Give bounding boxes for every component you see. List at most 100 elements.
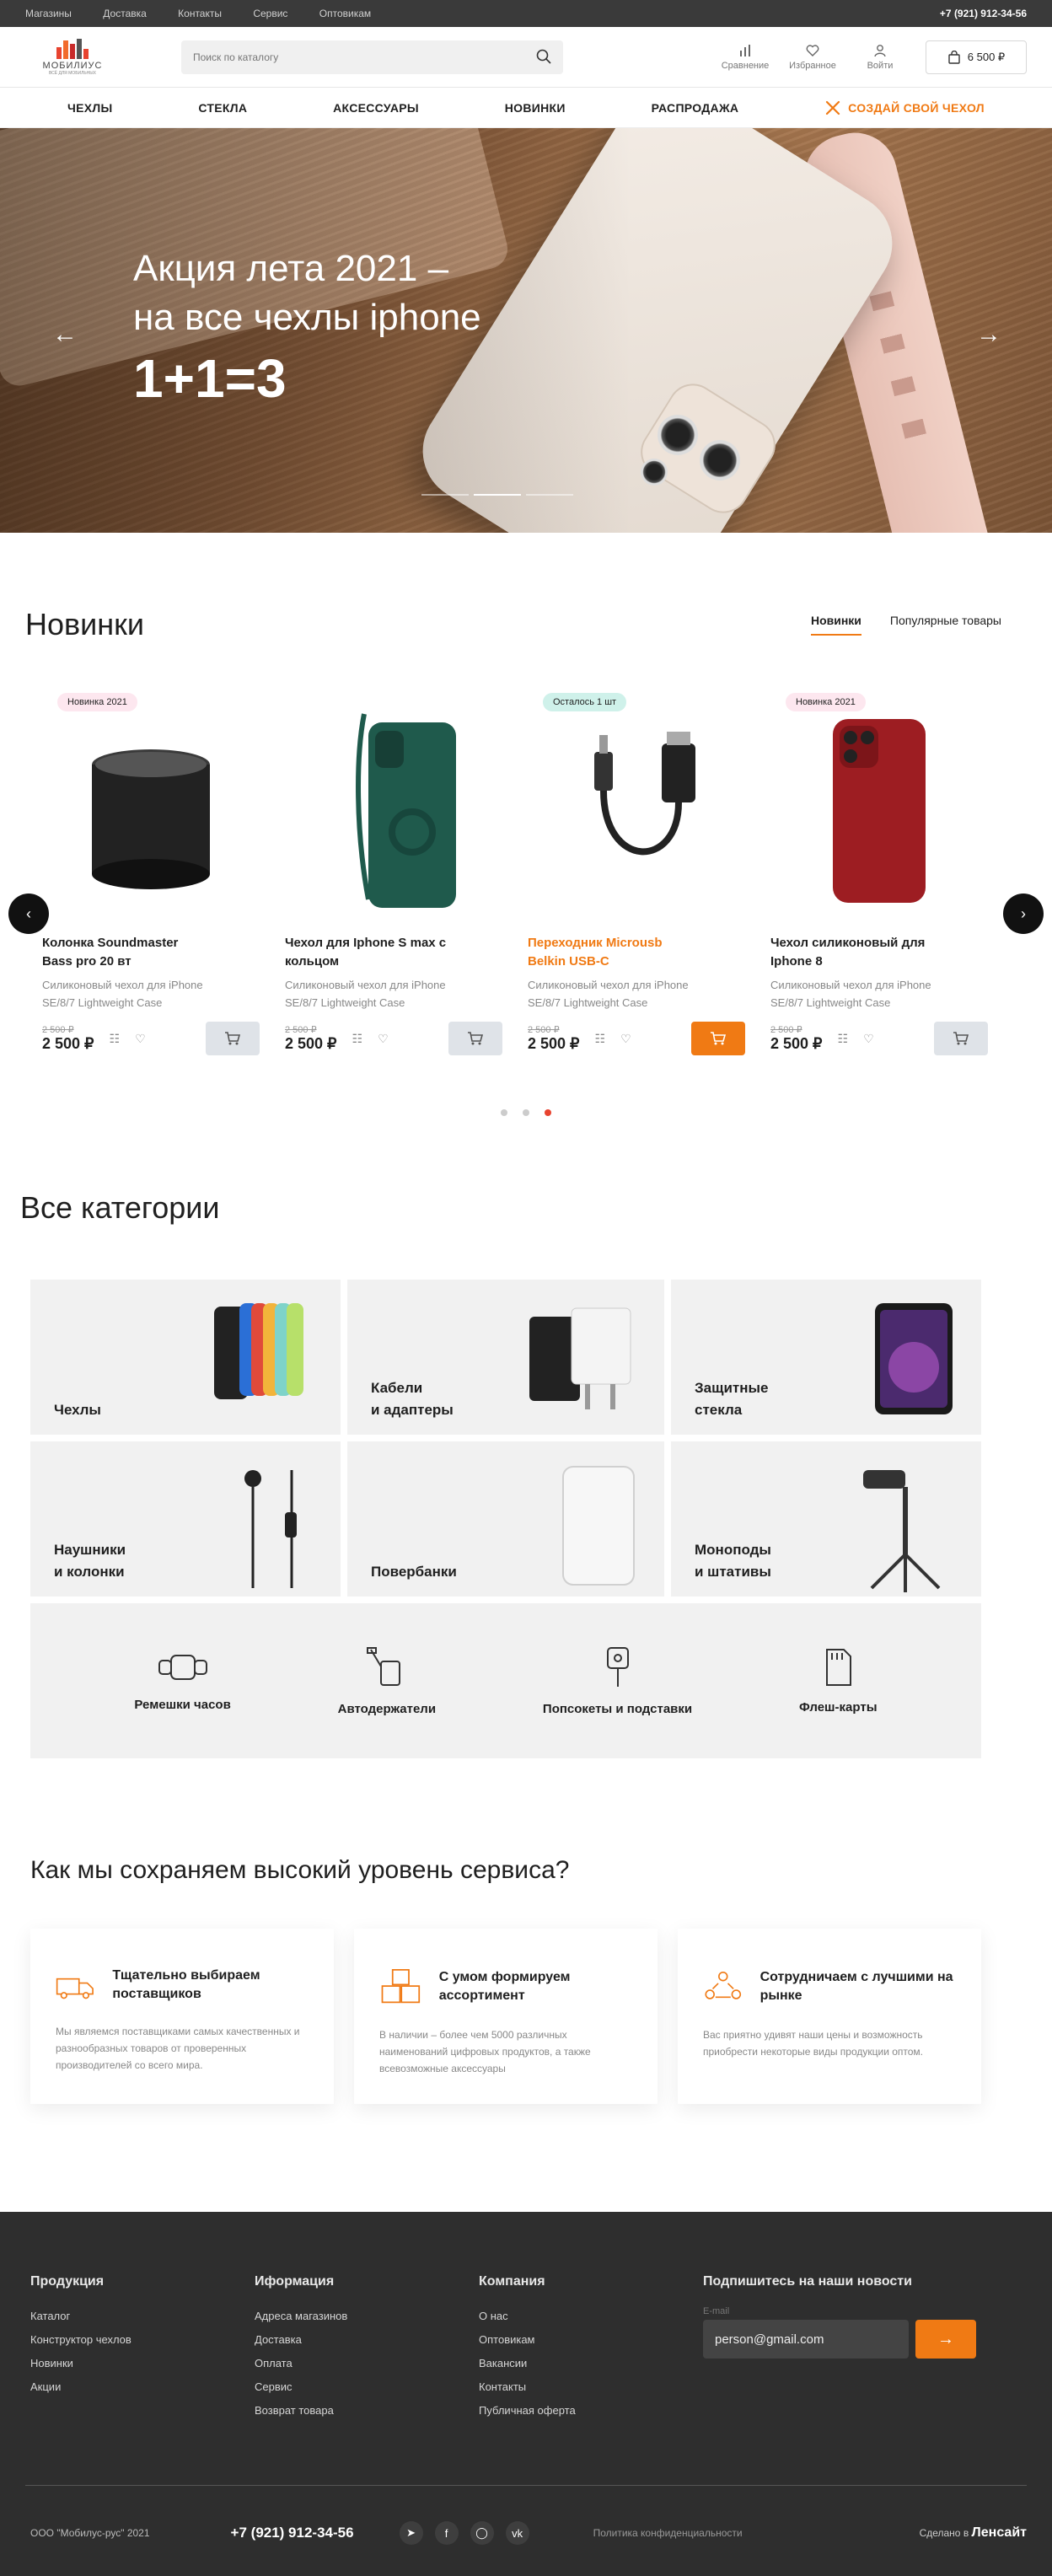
product-title[interactable]: Колонка Soundmaster Bass pro 20 вт [42,934,211,971]
subscribe-button[interactable]: → [915,2320,976,2359]
footer-link[interactable]: Новинки [30,2357,255,2369]
favorites-label: Избранное [789,61,836,71]
email-field[interactable] [703,2320,909,2359]
instagram-icon[interactable]: ◯ [470,2521,494,2545]
footer-link[interactable]: Доставка [255,2333,479,2346]
topbar-phone[interactable]: +7 (921) 912-34-56 [940,8,1027,19]
footer-phone[interactable]: +7 (921) 912-34-56 [231,2525,354,2541]
pagination-dot[interactable] [523,1109,529,1116]
product-image-speaker[interactable] [42,693,260,929]
category-car-holders[interactable]: Автодержатели [338,1646,436,1716]
topbar-link-wholesale[interactable]: Оптовикам [319,8,371,19]
product-card[interactable]: Осталось 1 шт Переходник Microusb Belkin… [528,693,745,1055]
pagination-dot[interactable] [545,1109,551,1116]
favorites-button[interactable]: Избранное [779,44,846,71]
service-card-text: Мы являемся поставщиками самых качествен… [56,2026,300,2071]
product-card[interactable]: Новинка 2021 Чехол силиконовый для Iphon… [770,693,988,1055]
topbar-link-shops[interactable]: Магазины [25,8,72,19]
product-title[interactable]: Чехол для Iphone S max с кольцом [285,934,454,971]
footer-link[interactable]: Каталог [30,2310,255,2322]
cart-button[interactable]: 6 500 ₽ [926,40,1027,74]
heart-icon[interactable]: ♡ [863,1032,874,1046]
category-label: Защитные стекла [695,1380,769,1418]
nav-item-glass[interactable]: СТЕКЛА [198,101,247,115]
hero-dot[interactable] [474,494,521,496]
product-old-price: 2 500 ₽ [42,1025,74,1035]
compare-icon[interactable]: ☷ [110,1032,121,1046]
footer-link[interactable]: Вакансии [479,2357,703,2369]
compare-label: Сравнение [721,61,770,71]
hero-next-arrow-icon[interactable]: → [976,320,1001,349]
login-button[interactable]: Войти [846,44,914,71]
truck-icon [56,1978,94,1999]
nav-item-cases[interactable]: ЧЕХЛЫ [67,101,113,115]
category-monopods[interactable]: Монoподы и штативы [671,1441,981,1597]
hero-banner: Акция лета 2021 – на все чехлы iphone 1+1… [0,128,1052,533]
category-popsockets[interactable]: Попсокеты и подставки [543,1646,692,1716]
footer-link[interactable]: Акции [30,2380,255,2393]
heart-icon[interactable]: ♡ [620,1032,631,1046]
logo[interactable]: МОБИЛИУС ВСЁ ДЛЯ МОБИЛЬНЫХ [25,38,120,77]
heart-icon[interactable]: ♡ [135,1032,146,1046]
product-title[interactable]: Чехол силиконовый для Iphone 8 [770,934,939,971]
topbar-link-contacts[interactable]: Контакты [178,8,222,19]
facebook-icon[interactable]: f [434,2521,459,2545]
compare-icon[interactable]: ☷ [838,1032,849,1046]
nav-item-new[interactable]: НОВИНКИ [505,101,566,115]
product-image-adapter[interactable] [528,693,745,929]
tab-new[interactable]: Новинки [810,614,861,636]
category-cases-image [214,1303,303,1399]
nav-item-sale[interactable]: РАСПРОДАЖА [652,101,739,115]
compare-button[interactable]: Сравнение [711,44,779,71]
footer-link[interactable]: Адреса магазинов [255,2310,479,2322]
hero-prev-arrow-icon[interactable]: ← [52,320,78,349]
add-to-cart-button[interactable] [691,1022,745,1055]
add-to-cart-button[interactable] [206,1022,260,1055]
category-cables[interactable]: Кабели и адаптеры [347,1280,664,1435]
product-image-case[interactable] [285,693,502,929]
hero-dot[interactable] [526,494,573,496]
telegram-icon[interactable]: ➤ [399,2521,423,2545]
search-input[interactable] [193,51,536,63]
footer-link[interactable]: Возврат товара [255,2404,479,2417]
compare-icon [740,45,750,56]
footer-link[interactable]: Публичная оферта [479,2404,703,2417]
heart-icon[interactable]: ♡ [378,1032,389,1046]
product-desc: Силиконовый чехол для iPhone SE/8/7 Ligh… [528,979,689,1009]
footer-link[interactable]: Конструктор чехлов [30,2333,255,2346]
footer-link[interactable]: Сервис [255,2380,479,2393]
add-to-cart-button[interactable] [448,1022,502,1055]
product-title[interactable]: Переходник Microusb Belkin USB-C [528,934,696,971]
hero-dot[interactable] [421,494,469,496]
footer-link[interactable]: Оптовикам [479,2333,703,2346]
category-watch-straps[interactable]: Ремешки часов [134,1650,231,1712]
footer-link[interactable]: Оплата [255,2357,479,2369]
product-card[interactable]: Новинка 2021 Колонка Soundmaster Bass pr… [42,693,260,1055]
pagination-dot[interactable] [501,1109,507,1116]
tab-popular[interactable]: Популярные товары [890,614,1001,636]
search-icon[interactable] [536,49,551,67]
add-to-cart-button[interactable] [934,1022,988,1055]
category-glass[interactable]: Защитные стекла [671,1280,981,1435]
product-image-red-case[interactable] [770,693,988,929]
footer-link[interactable]: Контакты [479,2380,703,2393]
nav-item-accessories[interactable]: АКСЕССУАРЫ [333,101,419,115]
products-next-button[interactable]: › [1003,894,1044,934]
sd-card-icon [826,1648,852,1686]
privacy-policy-link[interactable]: Политика конфиденциальности [593,2527,743,2539]
nav-item-create-case[interactable]: СОЗДАЙ СВОЙ ЧЕХОЛ [824,99,985,116]
footer-link[interactable]: О нас [479,2310,703,2322]
made-by[interactable]: Сделано в Ленсайт [920,2525,1027,2541]
service-card-title: Сотрудничаем с лучшими на рынке [759,1970,953,2003]
team-icon [705,1971,742,1999]
category-powerbanks[interactable]: Повербанки [347,1441,664,1597]
compare-icon[interactable]: ☷ [595,1032,606,1046]
topbar-link-delivery[interactable]: Доставка [103,8,147,19]
category-flash-cards[interactable]: Флеш-карты [799,1648,878,1715]
product-card[interactable]: Чехол для Iphone S max с кольцом Силикон… [285,693,502,1055]
vk-icon[interactable]: vk [505,2521,529,2545]
compare-icon[interactable]: ☷ [352,1032,363,1046]
category-cases[interactable]: Чехлы [30,1280,341,1435]
category-headphones[interactable]: Наушники и колонки [30,1441,341,1597]
topbar-link-service[interactable]: Сервис [253,8,287,19]
